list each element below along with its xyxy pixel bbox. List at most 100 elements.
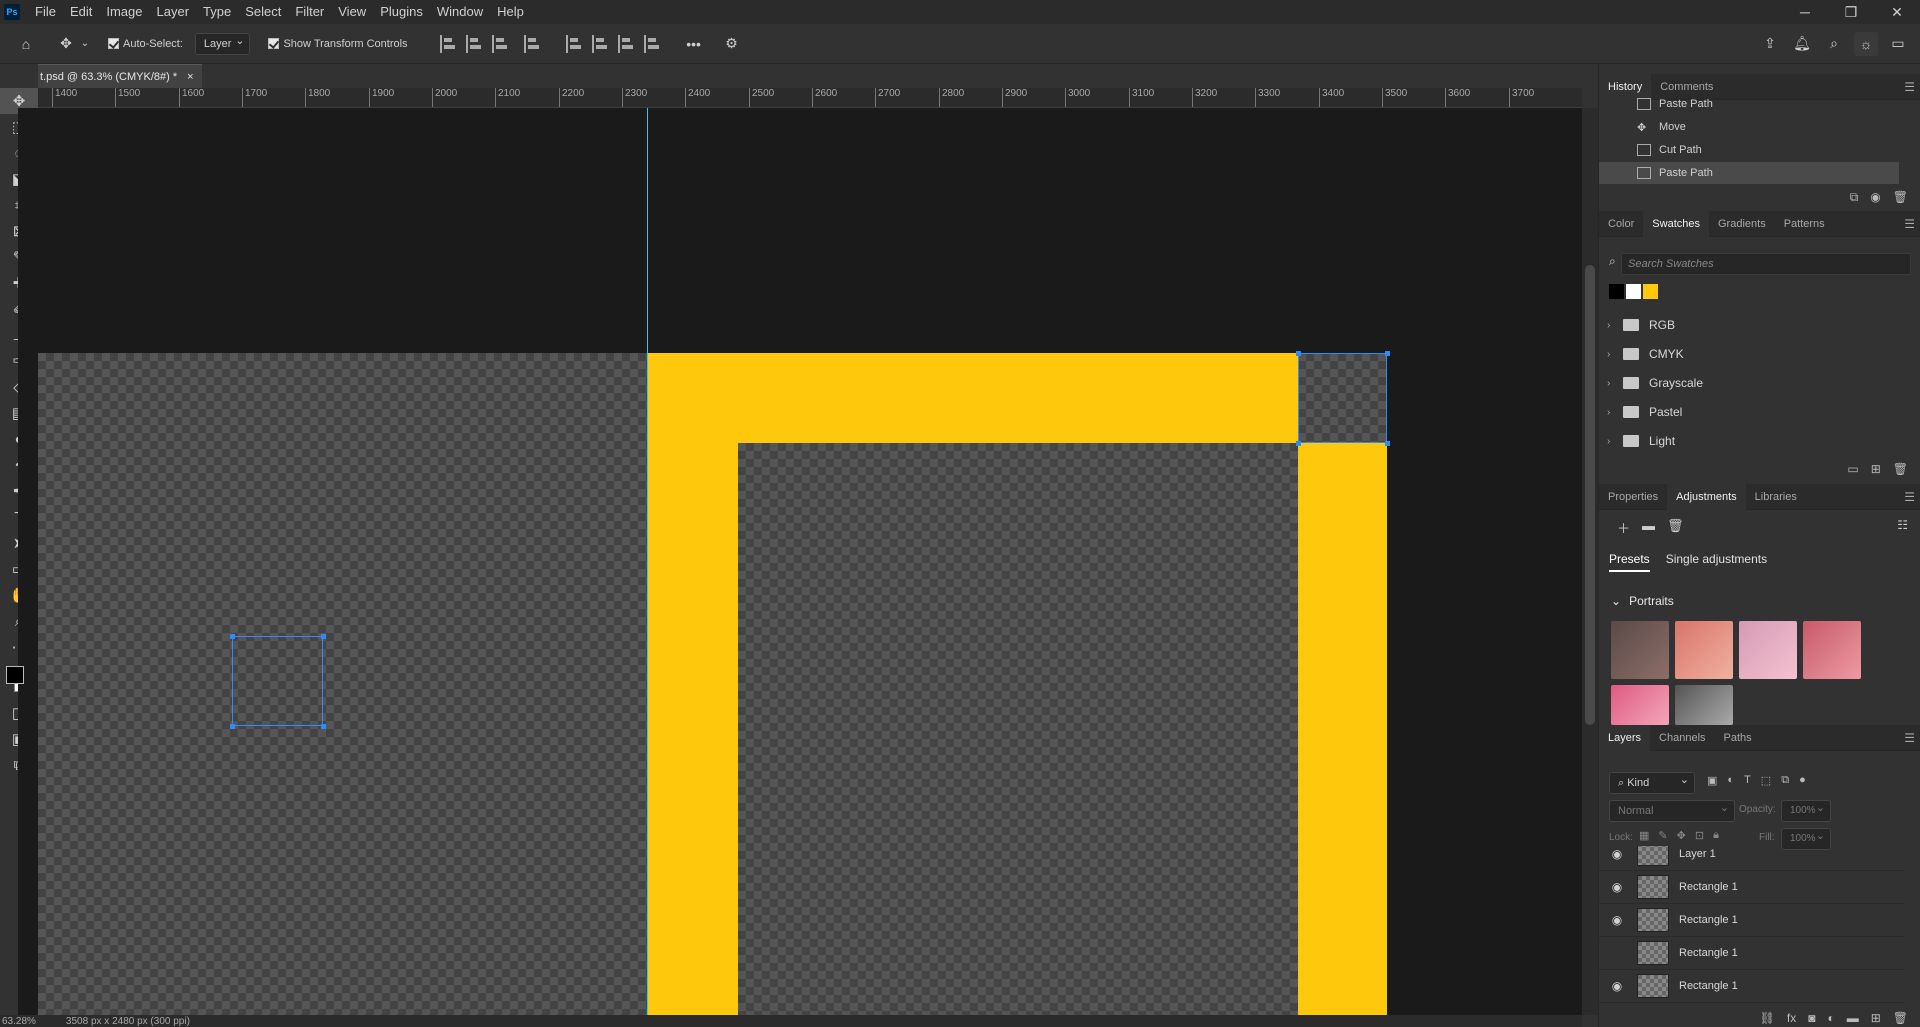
tab-paths[interactable]: Paths	[1715, 725, 1761, 751]
preset-thumbnail[interactable]	[1739, 621, 1797, 679]
distribute-vertical-icon[interactable]	[643, 34, 662, 53]
swatch-yellow[interactable]	[1643, 284, 1658, 299]
yellow-frame-right[interactable]	[1298, 443, 1387, 1015]
history-row[interactable]: Paste Path	[1599, 98, 1899, 110]
anchor-handle[interactable]	[1296, 351, 1301, 356]
tab-patterns[interactable]: Patterns	[1775, 211, 1834, 237]
chevron-right-icon[interactable]: ›	[1607, 436, 1619, 447]
tab-layers[interactable]: Layers	[1599, 724, 1651, 751]
layer-name[interactable]: Layer 1	[1679, 848, 1716, 860]
trash-icon[interactable]: 🗑︎	[1893, 190, 1908, 205]
history-row-selected[interactable]: Paste Path	[1599, 162, 1899, 184]
menu-help[interactable]: Help	[490, 0, 531, 24]
fx-icon[interactable]: fx	[1787, 1011, 1796, 1025]
gear-icon[interactable]: ⚙	[720, 32, 744, 56]
layer-name[interactable]: Rectangle 1	[1679, 914, 1738, 926]
preset-thumbnail[interactable]	[1675, 685, 1733, 725]
new-layer-icon[interactable]: ⊞	[1871, 1011, 1881, 1025]
tab-gradients[interactable]: Gradients	[1709, 211, 1775, 237]
swatch-folder[interactable]: › RGB	[1599, 313, 1909, 337]
preset-thumbnail[interactable]	[1611, 685, 1669, 725]
swatch-white[interactable]	[1626, 284, 1641, 299]
history-row[interactable]: ✥ Move	[1599, 116, 1899, 138]
swatch-black[interactable]	[1609, 284, 1624, 299]
yellow-frame-left[interactable]	[648, 443, 738, 1015]
restore-button[interactable]: ❐	[1828, 0, 1874, 24]
filter-toggle-icon[interactable]: ●	[1799, 774, 1806, 787]
pasted-path-box[interactable]	[232, 636, 323, 726]
panel-menu-icon[interactable]: ☰	[1904, 80, 1915, 94]
tab-libraries[interactable]: Libraries	[1746, 484, 1806, 510]
swatch-folder[interactable]: › Grayscale	[1599, 371, 1909, 395]
eye-hidden-icon[interactable]: ◉	[1605, 946, 1629, 960]
blend-mode-dropdown[interactable]: Normal	[1609, 798, 1735, 822]
align-bottom-icon[interactable]	[617, 34, 636, 53]
lock-artboard-icon[interactable]: ⊡	[1695, 829, 1704, 842]
mask-icon[interactable]: ◙	[1808, 1011, 1815, 1025]
trash-icon[interactable]: 🗑︎	[1893, 462, 1908, 476]
menu-filter[interactable]: Filter	[288, 0, 331, 24]
layer-row[interactable]: ◉ Layer 1	[1599, 846, 1904, 871]
menu-edit[interactable]: Edit	[63, 0, 99, 24]
lock-pixels-icon[interactable]: ✎	[1658, 829, 1667, 842]
layer-row[interactable]: ◉ Rectangle 1	[1599, 871, 1904, 904]
history-row[interactable]: Cut Path	[1599, 139, 1899, 161]
camera-icon[interactable]: ◉	[1870, 190, 1880, 205]
chevron-down-icon[interactable]: ⌄	[78, 32, 92, 56]
zoom-level[interactable]: 63.28%	[2, 1016, 36, 1027]
adjustment-filter-icon[interactable]: ◐	[1727, 774, 1734, 787]
document-canvas[interactable]	[18, 108, 1582, 1015]
auto-select-dropdown[interactable]: Layer	[194, 31, 251, 55]
home-icon[interactable]: ⌂	[14, 32, 38, 56]
tab-properties[interactable]: Properties	[1599, 484, 1667, 510]
anchor-handle[interactable]	[230, 634, 235, 639]
eye-icon[interactable]: ◉	[1605, 847, 1629, 861]
vertical-guide[interactable]	[647, 108, 648, 1015]
chevron-right-icon[interactable]: ›	[1607, 320, 1619, 331]
align-left-icon[interactable]	[439, 34, 458, 53]
align-center-icon[interactable]	[465, 34, 484, 53]
lock-position-icon[interactable]: ✥	[1677, 829, 1686, 842]
checkbox-checked-icon[interactable]	[108, 38, 119, 49]
layer-name[interactable]: Rectangle 1	[1679, 881, 1738, 893]
workspace-icon[interactable]: ▭	[1886, 32, 1910, 56]
menu-type[interactable]: Type	[196, 0, 238, 24]
image-filter-icon[interactable]: ▣	[1707, 774, 1717, 787]
folder-icon[interactable]: ▬	[1642, 518, 1655, 537]
panel-menu-icon[interactable]: ☰	[1904, 731, 1915, 745]
tab-swatches[interactable]: Swatches	[1643, 210, 1709, 237]
layer-row[interactable]: ◉ Rectangle 1	[1599, 970, 1904, 1003]
portraits-group-header[interactable]: ⌄ Portraits	[1611, 594, 1674, 608]
search-swatches-input[interactable]: Search Swatches	[1621, 253, 1911, 275]
tab-comments[interactable]: Comments	[1651, 74, 1722, 100]
layer-row[interactable]: ◉ Rectangle 1	[1599, 904, 1904, 937]
add-icon[interactable]: ＋	[1617, 518, 1630, 537]
anchor-handle[interactable]	[230, 724, 235, 729]
path-selection-corner[interactable]	[1298, 353, 1387, 443]
lock-all-icon[interactable]: 🔒︎	[1713, 829, 1719, 842]
scrollbar-thumb[interactable]	[1585, 265, 1595, 725]
menu-layer[interactable]: Layer	[150, 0, 197, 24]
new-document-icon[interactable]: ⧉	[1850, 190, 1859, 205]
anchor-handle[interactable]	[321, 724, 326, 729]
chevron-down-icon[interactable]: ⌄	[1611, 594, 1621, 608]
menu-image[interactable]: Image	[99, 0, 149, 24]
auto-select-checkbox[interactable]: Auto-Select:	[108, 38, 183, 50]
layer-name[interactable]: Rectangle 1	[1679, 980, 1738, 992]
trash-icon[interactable]: 🗑︎	[1893, 1011, 1908, 1025]
eye-icon[interactable]: ◉	[1605, 913, 1629, 927]
anchor-handle[interactable]	[321, 634, 326, 639]
new-swatch-icon[interactable]: ⊞	[1871, 462, 1881, 476]
preset-thumbnail[interactable]	[1611, 621, 1669, 679]
swatch-folder[interactable]: › CMYK	[1599, 342, 1909, 366]
distribute-icon[interactable]	[523, 34, 542, 53]
lock-transparency-icon[interactable]: ▦	[1639, 829, 1649, 842]
shape-filter-icon[interactable]: ⬚	[1761, 774, 1771, 787]
menu-view[interactable]: View	[331, 0, 373, 24]
swatch-folder[interactable]: › Light	[1599, 429, 1909, 453]
menu-file[interactable]: File	[28, 0, 63, 24]
align-middle-icon[interactable]	[591, 34, 610, 53]
close-tab-icon[interactable]: ×	[187, 65, 193, 88]
align-right-icon[interactable]	[491, 34, 510, 53]
anchor-handle[interactable]	[1296, 441, 1301, 446]
